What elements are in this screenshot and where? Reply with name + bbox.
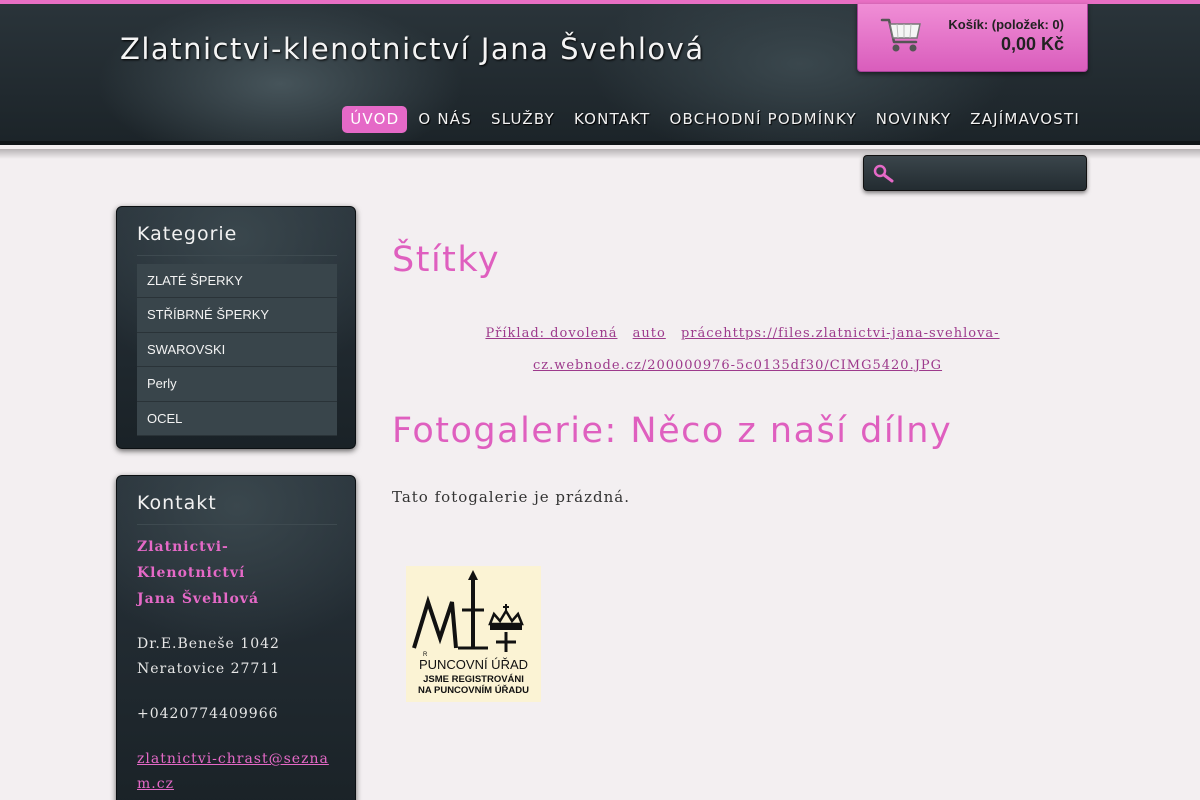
categories-list: ZLATÉ ŠPERKY STŘÍBRNÉ ŠPERKY SWAROVSKI P… [137, 264, 337, 436]
cart-total: 0,00 Kč [1000, 34, 1064, 54]
contact-name-line2: Jana Švehlová [137, 591, 260, 607]
tag-link-dovolena[interactable]: Příklad: dovolená [485, 326, 617, 341]
contact-body: Zlatnictvi-Klenotnictví Jana Švehlová Dr… [137, 534, 337, 797]
search-input[interactable] [902, 162, 1078, 186]
nav-item-obchodni-podminky[interactable]: OBCHODNÍ PODMÍNKY [661, 106, 864, 133]
nav-item-kontakt[interactable]: KONTAKT [566, 106, 659, 133]
site-title[interactable]: Zlatnictvi-klenotnictví Jana Švehlová [120, 32, 705, 66]
contact-title: Kontakt [137, 492, 337, 525]
contact-phone: +0420774409966 [137, 706, 279, 722]
search-box [863, 155, 1087, 191]
contact-email-link[interactable]: zlatnictvi-chrast@seznam.cz [137, 747, 337, 797]
nav-item-zajimavosti[interactable]: ZAJÍMAVOSTI [962, 106, 1088, 133]
category-item-swarovski[interactable]: SWAROVSKI [137, 332, 337, 368]
tags-heading: Štítky [392, 240, 501, 280]
tag-cloud: Příklad: dovolená auto prácehttps://file… [392, 318, 1088, 382]
badge-title: PUNCOVNÍ ÚŘAD [418, 657, 529, 672]
gallery-empty-message: Tato fotogalerie je prázdná. [392, 488, 630, 506]
contact-address-line2: Neratovice 27711 [137, 661, 281, 677]
contact-box: Kontakt Zlatnictvi-Klenotnictví Jana Šve… [116, 475, 356, 800]
assay-office-badge[interactable]: R PUNCOVNÍ ÚŘAD JSME REGISTROVÁNI NA PUN… [406, 566, 541, 702]
assay-office-logo-icon: R [412, 570, 524, 658]
contact-address-line1: Dr.E.Beneše 1042 [137, 636, 280, 652]
contact-name-line1: Zlatnictvi-Klenotnictví [137, 539, 246, 581]
nav-item-uvod[interactable]: ÚVOD [342, 106, 408, 133]
badge-subtitle: JSME REGISTROVÁNI NA PUNCOVNÍM ÚŘADU [406, 674, 541, 696]
main-nav: ÚVOD O NÁS SLUŽBY KONTAKT OBCHODNÍ PODMÍ… [339, 106, 1088, 133]
badge-subtitle-line2: NA PUNCOVNÍM ÚŘADU [417, 685, 529, 696]
category-item-ocel[interactable]: OCEL [137, 401, 337, 436]
categories-title: Kategorie [137, 223, 337, 256]
category-item-zlate-sperky[interactable]: ZLATÉ ŠPERKY [137, 264, 337, 299]
cart-item-count: Košík: (položek: 0) [948, 17, 1064, 32]
main-content: Štítky [392, 240, 1092, 280]
nav-item-o-nas[interactable]: O NÁS [410, 106, 480, 133]
search-icon[interactable] [873, 164, 895, 184]
nav-item-sluzby[interactable]: SLUŽBY [483, 106, 563, 133]
categories-box: Kategorie ZLATÉ ŠPERKY STŘÍBRNÉ ŠPERKY S… [116, 206, 356, 449]
category-item-stribrne-sperky[interactable]: STŘÍBRNÉ ŠPERKY [137, 298, 337, 333]
nav-item-novinky[interactable]: NOVINKY [868, 106, 960, 133]
tag-link-auto[interactable]: auto [633, 326, 666, 341]
badge-subtitle-line1: JSME REGISTROVÁNI [423, 674, 524, 685]
category-item-perly[interactable]: Perly [137, 367, 337, 402]
cart-widget[interactable]: Košík: (položek: 0) 0,00 Kč [857, 4, 1088, 72]
shopping-cart-icon [880, 18, 921, 52]
gallery-heading: Fotogalerie: Něco z naší dílny [392, 411, 953, 451]
